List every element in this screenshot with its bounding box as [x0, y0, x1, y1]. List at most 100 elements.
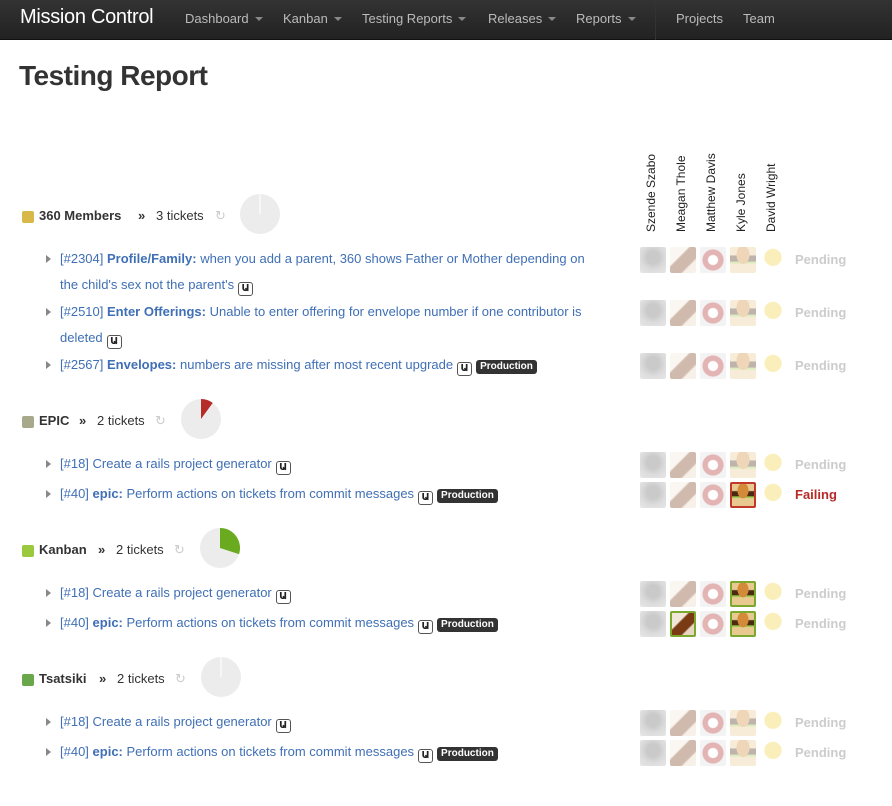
ticket-title: numbers are missing after most recent up…: [179, 357, 454, 372]
expand-toggle-icon[interactable]: [46, 460, 51, 468]
ticket-id: [#2304]: [60, 251, 104, 266]
avatar-szende[interactable]: [640, 452, 666, 478]
group-name[interactable]: 360 Members: [39, 208, 121, 223]
expand-toggle-icon[interactable]: [46, 748, 51, 756]
avatar-matthew[interactable]: [700, 482, 726, 508]
expand-toggle-icon[interactable]: [46, 255, 51, 263]
avatar-matthew[interactable]: [700, 353, 726, 379]
ticket-link[interactable]: [#18] Create a rails project generator Ա: [60, 451, 600, 477]
avatar-david[interactable]: [760, 353, 786, 379]
avatar-david[interactable]: [760, 452, 786, 478]
ticket-link[interactable]: [#2567] Envelopes: numbers are missing a…: [60, 352, 600, 378]
nav-projects[interactable]: Projects: [676, 0, 723, 40]
avatar-matthew[interactable]: [700, 300, 726, 326]
avatar-meagan[interactable]: [670, 353, 696, 379]
ticket-title: Perform actions on tickets from commit m…: [126, 486, 415, 501]
avatar-kyle[interactable]: [730, 581, 756, 607]
avatar-david[interactable]: [760, 247, 786, 273]
avatar-kyle[interactable]: [730, 482, 756, 508]
status-label: Pending: [795, 616, 847, 631]
avatar-szende[interactable]: [640, 740, 666, 766]
avatar-meagan[interactable]: [670, 247, 696, 273]
ticket-link[interactable]: [#18] Create a rails project generator Ա: [60, 709, 600, 735]
group-separator: »: [98, 542, 106, 557]
avatar-szende[interactable]: [640, 710, 666, 736]
avatar-kyle[interactable]: [730, 300, 756, 326]
avatar-meagan[interactable]: [670, 581, 696, 607]
ticket-link[interactable]: [#40] epic: Perform actions on tickets f…: [60, 481, 600, 507]
expand-toggle-icon[interactable]: [46, 718, 51, 726]
tester-avatars: [640, 710, 790, 736]
group-name[interactable]: EPIC: [39, 413, 69, 428]
avatar-meagan[interactable]: [670, 611, 696, 637]
ticket-link[interactable]: [#2510] Enter Offerings: Unable to enter…: [60, 299, 600, 351]
avatar-matthew[interactable]: [700, 581, 726, 607]
person-header-david: David Wright: [764, 164, 780, 232]
person-header-meagan: Meagan Thole: [674, 156, 690, 233]
avatar-david[interactable]: [760, 482, 786, 508]
group-name[interactable]: Kanban: [39, 542, 87, 557]
avatar-szende[interactable]: [640, 353, 666, 379]
avatar-david[interactable]: [760, 710, 786, 736]
expand-toggle-icon[interactable]: [46, 619, 51, 627]
ticket-link[interactable]: [#40] epic: Perform actions on tickets f…: [60, 610, 600, 636]
production-badge: Production: [437, 489, 498, 503]
refresh-icon[interactable]: ↻: [155, 414, 169, 428]
ticket-link[interactable]: [#40] epic: Perform actions on tickets f…: [60, 739, 600, 765]
refresh-icon[interactable]: ↻: [175, 672, 189, 686]
avatar-szende[interactable]: [640, 611, 666, 637]
nav-divider: [655, 0, 656, 40]
avatar-szende[interactable]: [640, 482, 666, 508]
nav-testing-reports[interactable]: Testing Reports: [362, 0, 467, 40]
expand-toggle-icon[interactable]: [46, 589, 51, 597]
avatar-kyle[interactable]: [730, 247, 756, 273]
expand-toggle-icon[interactable]: [46, 490, 51, 498]
avatar-meagan[interactable]: [670, 482, 696, 508]
avatar-matthew[interactable]: [700, 740, 726, 766]
avatar-david[interactable]: [760, 300, 786, 326]
avatar-meagan[interactable]: [670, 710, 696, 736]
nav-reports-label: Reports: [576, 11, 622, 26]
production-badge: Production: [476, 360, 537, 374]
ticket-link[interactable]: [#2304] Profile/Family: when you add a p…: [60, 246, 600, 298]
avatar-kyle[interactable]: [730, 452, 756, 478]
avatar-meagan[interactable]: [670, 740, 696, 766]
nav-team[interactable]: Team: [743, 0, 775, 40]
avatar-kyle[interactable]: [730, 740, 756, 766]
avatar-meagan[interactable]: [670, 452, 696, 478]
ticket-link[interactable]: [#18] Create a rails project generator Ա: [60, 580, 600, 606]
avatar-david[interactable]: [760, 740, 786, 766]
avatar-szende[interactable]: [640, 300, 666, 326]
group-name[interactable]: Tsatsiki: [39, 671, 86, 686]
ticket-id: [#40]: [60, 744, 89, 759]
nav-reports[interactable]: Reports: [576, 0, 636, 40]
status-label: Pending: [795, 358, 847, 373]
avatar-kyle[interactable]: [730, 353, 756, 379]
avatar-szende[interactable]: [640, 581, 666, 607]
refresh-icon[interactable]: ↻: [174, 543, 188, 557]
tester-avatars: [640, 300, 790, 326]
brand-logo[interactable]: Mission Control: [20, 6, 154, 29]
nav-kanban-label: Kanban: [283, 11, 328, 26]
expand-toggle-icon[interactable]: [46, 308, 51, 316]
nav-kanban[interactable]: Kanban: [283, 0, 342, 40]
avatar-david[interactable]: [760, 611, 786, 637]
u-badge: Ա: [106, 335, 122, 349]
avatar-szende[interactable]: [640, 247, 666, 273]
avatar-meagan[interactable]: [670, 300, 696, 326]
avatar-matthew[interactable]: [700, 710, 726, 736]
refresh-icon[interactable]: ↻: [215, 209, 229, 223]
nav-releases[interactable]: Releases: [488, 0, 557, 40]
avatar-david[interactable]: [760, 581, 786, 607]
avatar-kyle[interactable]: [730, 611, 756, 637]
u-badge: Ա: [418, 491, 434, 505]
avatar-matthew[interactable]: [700, 247, 726, 273]
nav-dashboard[interactable]: Dashboard: [185, 0, 263, 40]
ticket-area: Profile/Family:: [107, 251, 197, 266]
ticket-title: Create a rails project generator: [92, 585, 272, 600]
expand-toggle-icon[interactable]: [46, 361, 51, 369]
avatar-matthew[interactable]: [700, 611, 726, 637]
avatar-matthew[interactable]: [700, 452, 726, 478]
avatar-kyle[interactable]: [730, 710, 756, 736]
status-label: Failing: [795, 487, 837, 502]
